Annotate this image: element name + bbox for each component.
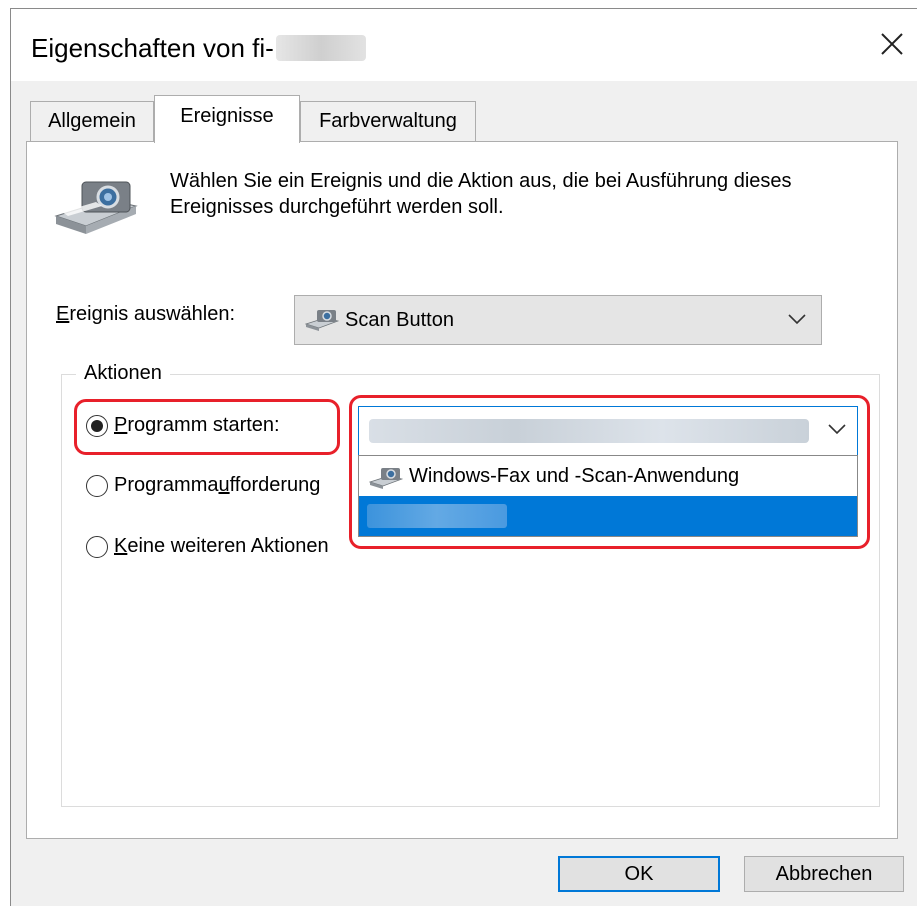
program-select[interactable] — [358, 406, 858, 456]
redacted-program-name — [369, 419, 809, 443]
radio-keine-label: Keine weiteren Aktionen — [114, 535, 329, 557]
chevron-down-icon — [828, 424, 846, 435]
dropdown-item-label: Windows-Fax und -Scan-Anwendung — [409, 465, 740, 487]
scanner-icon — [54, 181, 138, 234]
radio-programmaufforderung-label: Programmaufforderung — [114, 474, 321, 496]
dropdown-item-windows-fax[interactable]: Windows-Fax und -Scan-Anwendung — [359, 456, 857, 496]
actions-group-label: Aktionen — [76, 362, 170, 385]
cancel-button[interactable]: Abbrechen — [744, 856, 904, 892]
events-description: Wählen Sie ein Ereignis und die Aktion a… — [170, 170, 792, 218]
radio-programmaufforderung[interactable]: Programmaufforderung — [86, 474, 320, 497]
radio-keine-weiteren-aktionen[interactable]: Keine weiteren Aktionen — [86, 535, 329, 558]
title-bar: Eigenschaften von fi- — [11, 9, 917, 81]
chevron-down-icon — [788, 314, 806, 325]
redacted-program-name — [367, 504, 507, 528]
program-dropdown-list: Windows-Fax und -Scan-Anwendung — [358, 455, 858, 537]
ok-button[interactable]: OK — [558, 856, 720, 892]
close-icon[interactable] — [877, 29, 907, 59]
tab-farbverwaltung[interactable]: Farbverwaltung — [300, 101, 476, 141]
radio-button[interactable] — [86, 535, 108, 558]
window-title: Eigenschaften von fi- — [31, 33, 366, 64]
tab-allgemein[interactable]: Allgemein — [30, 101, 154, 141]
radio-button-selected[interactable] — [86, 414, 108, 437]
scanner-small-icon — [305, 310, 339, 331]
radio-programm-starten[interactable]: Programm starten: — [86, 414, 280, 437]
event-select-value: Scan Button — [345, 309, 454, 331]
redacted-model-name — [275, 35, 366, 61]
radio-programm-starten-label: Programm starten: — [114, 414, 280, 436]
event-select-label: Ereignis auswählen: — [56, 303, 235, 325]
tab-ereignisse[interactable]: Ereignisse — [154, 95, 300, 143]
scanner-small-icon — [369, 468, 403, 489]
dropdown-item-selected[interactable] — [359, 496, 857, 536]
radio-button[interactable] — [86, 474, 108, 497]
event-select[interactable]: Scan Button — [294, 295, 822, 345]
